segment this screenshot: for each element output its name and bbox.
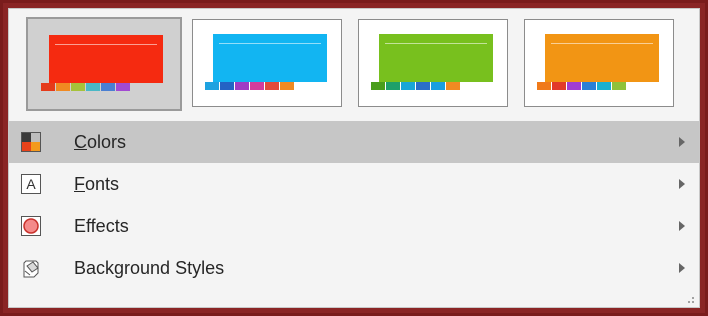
background-styles-icon: [23, 260, 39, 278]
color-swatch: [371, 82, 385, 90]
color-swatch: [612, 82, 626, 90]
color-swatch: [71, 83, 85, 91]
color-swatch: [265, 82, 279, 90]
submenu-arrow-icon: [679, 137, 685, 147]
variant-color-bars: [371, 82, 461, 90]
dialog-frame: Colors A Fonts Effects Background Styles: [0, 0, 708, 316]
variant-color-bars: [41, 83, 131, 91]
menu-item-fonts[interactable]: A Fonts: [9, 163, 699, 205]
theme-variant-green[interactable]: [358, 19, 508, 107]
colors-icon: [21, 132, 41, 152]
theme-variant-orange[interactable]: [524, 19, 674, 107]
color-swatch: [56, 83, 70, 91]
menu-item-colors[interactable]: Colors: [9, 121, 699, 163]
color-swatch: [101, 83, 115, 91]
color-swatch: [582, 82, 596, 90]
resize-grip-icon[interactable]: [685, 294, 695, 304]
fonts-icon: A: [21, 174, 41, 194]
variant-slide-preview: [545, 34, 659, 82]
variant-slide-preview: [49, 35, 163, 83]
color-swatch: [401, 82, 415, 90]
color-swatch: [220, 82, 234, 90]
effects-label: Effects: [74, 215, 129, 236]
menu-item-effects[interactable]: Effects: [9, 205, 699, 247]
colors-label: Colors: [74, 131, 127, 152]
color-swatch: [86, 83, 100, 91]
color-swatch: [116, 83, 130, 91]
variants-menu: Colors A Fonts Effects Background Styles: [9, 121, 699, 289]
fonts-label: Fonts: [74, 173, 120, 194]
svg-text:A: A: [26, 176, 36, 192]
submenu-arrow-icon: [679, 179, 685, 189]
color-swatch: [597, 82, 611, 90]
variant-color-bars: [205, 82, 295, 90]
effects-icon: [21, 216, 41, 236]
variant-color-bars: [537, 82, 627, 90]
color-swatch: [446, 82, 460, 90]
color-swatch: [431, 82, 445, 90]
color-swatch: [416, 82, 430, 90]
color-swatch: [250, 82, 264, 90]
color-swatch: [41, 83, 55, 91]
color-swatch: [567, 82, 581, 90]
color-swatch: [235, 82, 249, 90]
theme-variants-gallery: [9, 9, 699, 119]
submenu-arrow-icon: [679, 263, 685, 273]
color-swatch: [552, 82, 566, 90]
variant-slide-preview: [379, 34, 493, 82]
color-swatch: [205, 82, 219, 90]
variant-slide-preview: [213, 34, 327, 82]
submenu-arrow-icon: [679, 221, 685, 231]
background-styles-label: Background Styles: [74, 257, 225, 278]
theme-variant-blue[interactable]: [192, 19, 342, 107]
color-swatch: [280, 82, 294, 90]
color-swatch: [386, 82, 400, 90]
menu-item-background-styles[interactable]: Background Styles: [9, 247, 699, 289]
design-variants-panel: Colors A Fonts Effects Background Styles: [8, 8, 700, 308]
color-swatch: [537, 82, 551, 90]
theme-variant-red[interactable]: [26, 17, 182, 111]
